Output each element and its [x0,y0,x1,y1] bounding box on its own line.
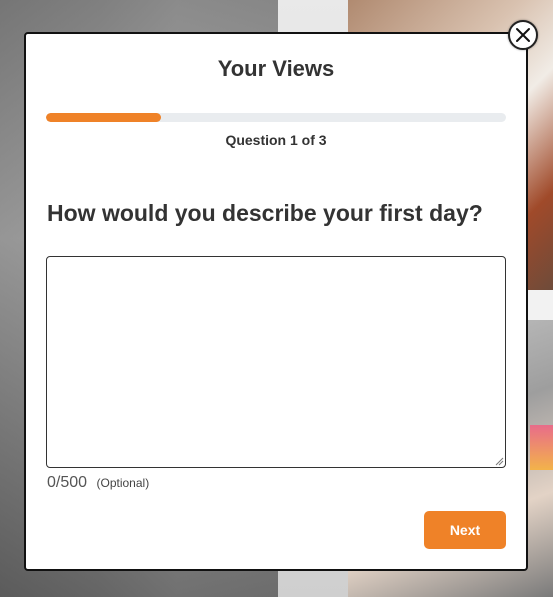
close-button[interactable] [508,20,538,50]
question-text: How would you describe your first day? [47,200,483,226]
progress-label: Question 1 of 3 [225,132,327,148]
modal-title: Your Views [217,56,335,81]
answer-textarea[interactable] [46,256,506,468]
progress-bar-fill [46,113,161,122]
survey-modal: Your Views Question 1 of 3 How would you… [24,32,528,571]
background-sticky-notes [530,425,553,470]
next-button[interactable]: Next [424,511,506,549]
progress-bar [46,113,506,122]
character-counter-row: 0/500 (Optional) [47,474,149,492]
close-icon [516,28,530,42]
optional-label: (Optional) [96,476,150,490]
character-counter: 0/500 [47,474,88,491]
